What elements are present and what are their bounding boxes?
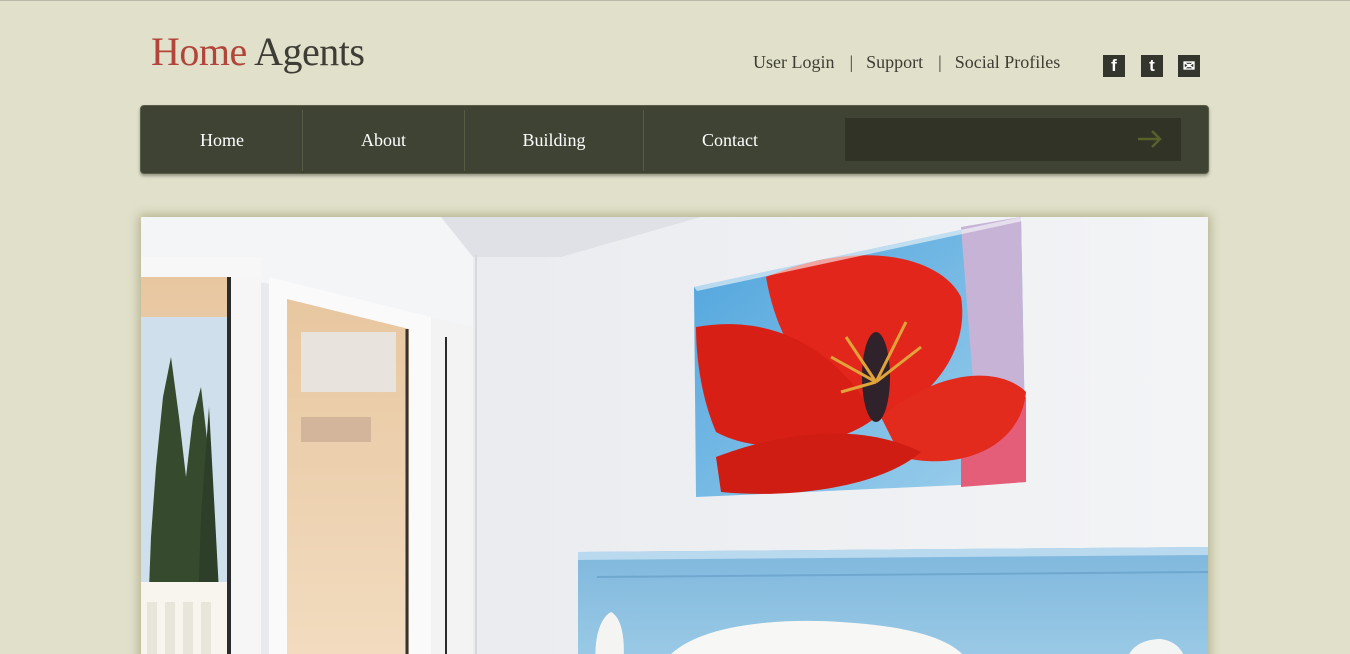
nav-item-building[interactable]: Building (465, 110, 643, 171)
nav-item-contact[interactable]: Contact (644, 110, 816, 171)
user-login-link[interactable]: User Login (753, 51, 834, 73)
main-nav: Home About Building Contact (140, 105, 1209, 174)
twitter-icon[interactable]: t (1141, 55, 1163, 77)
separator: | (938, 52, 942, 72)
separator: | (849, 52, 854, 72)
search-input[interactable] (845, 118, 1181, 161)
top-links: User Login | Support | Social Profiles (753, 51, 1060, 73)
mail-icon[interactable]: ✉ (1178, 55, 1200, 77)
nav-item-about[interactable]: About (303, 110, 464, 171)
logo-agents-text: Agents (254, 29, 365, 74)
logo[interactable]: Home Agents (151, 28, 365, 76)
facebook-icon[interactable]: f (1103, 55, 1125, 77)
nav-item-home[interactable]: Home (161, 110, 283, 171)
support-link[interactable]: Support (866, 51, 923, 73)
logo-home-text: Home (151, 29, 247, 74)
search-submit-arrow-icon[interactable] (1135, 125, 1165, 153)
hero-image-bedroom (141, 217, 1208, 654)
social-profiles-link[interactable]: Social Profiles (955, 51, 1061, 73)
